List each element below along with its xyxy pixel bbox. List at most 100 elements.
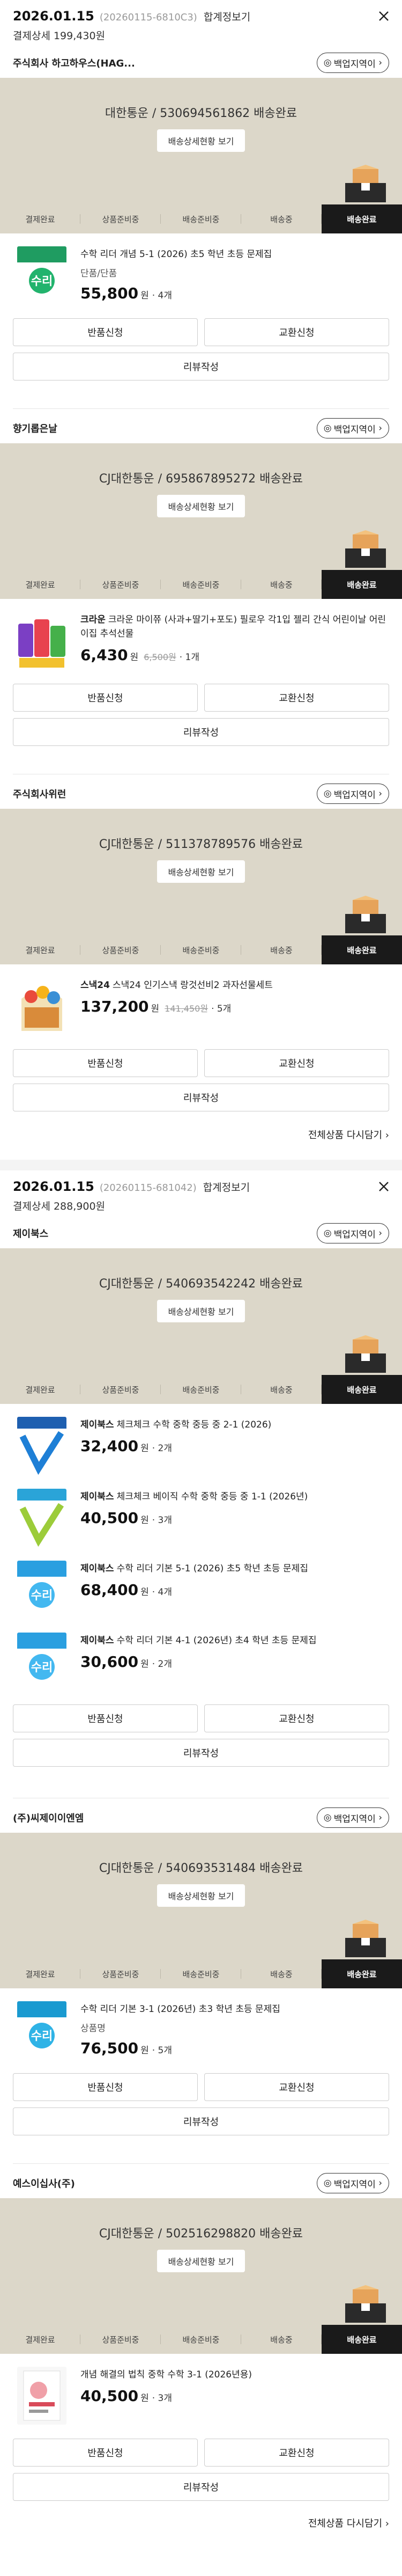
ask-seller-button[interactable]: ◎ 백업지역이 › bbox=[316, 1223, 389, 1243]
exchange-button[interactable]: 교환신청 bbox=[204, 1049, 389, 1077]
exchange-button[interactable]: 교환신청 bbox=[204, 684, 389, 712]
step-paid: 결제완료 bbox=[0, 570, 80, 599]
track-detail-button[interactable]: 배송상세현황 보기 bbox=[157, 495, 245, 517]
ask-seller-button[interactable]: ◎ 백업지역이 › bbox=[316, 784, 389, 804]
review-button[interactable]: 리뷰작성 bbox=[13, 1739, 389, 1767]
review-button[interactable]: 리뷰작성 bbox=[13, 1084, 389, 1111]
product-item[interactable]: 수리 수학 리더 기본 3-1 (2026년) 초3 학년 초등 문제집 상품명… bbox=[0, 1988, 402, 2065]
delivery-steps: 결제완료 상품준비중 배송준비중 배송중 배송완료 bbox=[0, 570, 402, 599]
review-button[interactable]: 리뷰작성 bbox=[13, 718, 389, 746]
product-item[interactable]: 수리 제이북스 수학 리더 기본 5-1 (2026) 초5 학년 초등 문제집 … bbox=[0, 1552, 402, 1624]
product-name[interactable]: 개념 해결의 법칙 중학 수학 3-1 (2026년용) bbox=[80, 2368, 389, 2382]
order-total: 결제상세 288,900원 bbox=[13, 1201, 106, 1212]
return-button[interactable]: 반품신청 bbox=[13, 1704, 198, 1732]
ask-seller-button[interactable]: ◎ 백업지역이 › bbox=[316, 2173, 389, 2193]
shipping-status-box: CJ대한통운 / 540693531484 배송완료 배송상세현황 보기 결제완… bbox=[0, 1833, 402, 1988]
currency-unit: 원 bbox=[140, 1659, 149, 1670]
return-button[interactable]: 반품신청 bbox=[13, 318, 198, 346]
step-ready: 배송준비중 bbox=[161, 1375, 241, 1404]
product-thumbnail[interactable] bbox=[13, 1416, 73, 1476]
product-name[interactable]: 제이북스 수학 리더 기본 4-1 (2026년) 초4 학년 초등 문제집 bbox=[80, 1634, 389, 1648]
product-item[interactable]: 수리 수학 리더 개념 5-1 (2026) 초5 학년 초등 문제집 단품/단… bbox=[0, 233, 402, 310]
product-thumbnail[interactable] bbox=[13, 2366, 73, 2426]
close-icon[interactable] bbox=[375, 8, 392, 25]
svg-text:수리: 수리 bbox=[31, 1589, 53, 1602]
product-item[interactable]: 크라운 크라운 마이쮸 (사과+딸기+포도) 필로우 각1입 젤리 간식 어린이날… bbox=[0, 599, 402, 675]
ask-seller-button[interactable]: ◎ 백업지역이 › bbox=[316, 53, 389, 73]
review-button[interactable]: 리뷰작성 bbox=[13, 353, 389, 380]
product-thumbnail[interactable]: 수리 bbox=[13, 2000, 73, 2060]
close-icon[interactable] bbox=[375, 1178, 392, 1195]
step-preparing: 상품준비중 bbox=[80, 1375, 161, 1404]
product-thumbnail[interactable]: 수리 bbox=[13, 1631, 73, 1692]
step-preparing: 상품준비중 bbox=[80, 204, 161, 233]
seller-group: 향기롭은날 ◎ 백업지역이 › CJ대한통운 / 695867895272 배송완… bbox=[0, 413, 402, 746]
exchange-button[interactable]: 교환신청 bbox=[204, 2073, 389, 2101]
product-price: 55,800 bbox=[80, 284, 139, 302]
product-name[interactable]: 수학 리더 기본 3-1 (2026년) 초3 학년 초등 문제집 bbox=[80, 2002, 389, 2016]
shipping-status-box: CJ대한통운 / 502516298820 배송완료 배송상세현황 보기 결제완… bbox=[0, 2198, 402, 2354]
currency-unit: 원 bbox=[140, 2045, 149, 2056]
product-thumbnail[interactable] bbox=[13, 611, 73, 671]
product-thumbnail[interactable] bbox=[13, 976, 73, 1036]
step-preparing: 상품준비중 bbox=[80, 2325, 161, 2354]
step-preparing: 상품준비중 bbox=[80, 570, 161, 599]
exchange-button[interactable]: 교환신청 bbox=[204, 1704, 389, 1732]
product-quantity: · 3개 bbox=[152, 2393, 172, 2404]
exchange-button[interactable]: 교환신청 bbox=[204, 2439, 389, 2467]
product-name[interactable]: 스낵24 스낵24 인기스낵 랑것선비2 과자선물세트 bbox=[80, 978, 389, 992]
track-detail-button[interactable]: 배송상세현황 보기 bbox=[157, 860, 245, 883]
step-delivered: 배송완료 bbox=[322, 935, 402, 964]
product-item[interactable]: 스낵24 스낵24 인기스낵 랑것선비2 과자선물세트 137,200 원 141… bbox=[0, 964, 402, 1041]
product-thumbnail[interactable]: 수리 bbox=[13, 1560, 73, 1620]
original-price: 141,450원 bbox=[165, 1004, 209, 1014]
reorder-all-link[interactable]: 전체상품 다시담기 › bbox=[0, 2516, 402, 2530]
delivery-steps: 결제완료 상품준비중 배송준비중 배송중 배송완료 bbox=[0, 2325, 402, 2354]
track-detail-button[interactable]: 배송상세현황 보기 bbox=[157, 1884, 245, 1907]
step-delivered: 배송완료 bbox=[322, 1959, 402, 1988]
package-box-icon bbox=[345, 896, 386, 933]
return-button[interactable]: 반품신청 bbox=[13, 684, 198, 712]
ask-seller-button[interactable]: ◎ 백업지역이 › bbox=[316, 418, 389, 438]
track-detail-button[interactable]: 배송상세현황 보기 bbox=[157, 2250, 245, 2272]
step-ready: 배송준비중 bbox=[161, 2325, 241, 2354]
product-name[interactable]: 크라운 크라운 마이쮸 (사과+딸기+포도) 필로우 각1입 젤리 간식 어린이날… bbox=[80, 613, 389, 641]
shipping-info: CJ대한통운 / 502516298820 배송완료 bbox=[99, 2227, 303, 2241]
step-shipping: 배송중 bbox=[241, 204, 322, 233]
seller-group: 예스이십사(주) ◎ 백업지역이 › CJ대한통운 / 502516298820 … bbox=[0, 2168, 402, 2501]
shipping-status-box: CJ대한통운 / 695867895272 배송완료 배송상세현황 보기 결제완… bbox=[0, 443, 402, 599]
product-item[interactable]: 제이북스 체크체크 수학 중학 중등 중 2-1 (2026) 32,400 원 … bbox=[0, 1404, 402, 1480]
product-item[interactable]: 수리 제이북스 수학 리더 기본 4-1 (2026년) 초4 학년 초등 문제집… bbox=[0, 1624, 402, 1696]
product-quantity: · 2개 bbox=[152, 1443, 172, 1454]
product-option: 단품/단품 bbox=[80, 268, 117, 279]
product-name[interactable]: 수학 리더 개념 5-1 (2026) 초5 학년 초등 문제집 bbox=[80, 247, 389, 261]
product-item[interactable]: 제이북스 체크체크 베이직 수학 중학 중등 중 1-1 (2026년) 40,5… bbox=[0, 1480, 402, 1552]
ask-seller-button[interactable]: ◎ 백업지역이 › bbox=[316, 1807, 389, 1828]
review-button[interactable]: 리뷰작성 bbox=[13, 2107, 389, 2135]
product-thumbnail[interactable] bbox=[13, 1488, 73, 1548]
currency-unit: 원 bbox=[140, 1587, 149, 1598]
order-detail-link[interactable]: 합계정보기 bbox=[203, 1180, 250, 1194]
product-price: 32,400 bbox=[80, 1437, 139, 1455]
return-button[interactable]: 반품신청 bbox=[13, 2073, 198, 2101]
shipping-info: CJ대한통운 / 695867895272 배송완료 bbox=[99, 472, 303, 486]
product-name[interactable]: 제이북스 수학 리더 기본 5-1 (2026) 초5 학년 초등 문제집 bbox=[80, 1562, 389, 1576]
shipping-status-box: CJ대한통운 / 511378789576 배송완료 배송상세현황 보기 결제완… bbox=[0, 809, 402, 964]
step-preparing: 상품준비중 bbox=[80, 1959, 161, 1988]
order-detail-link[interactable]: 합계정보기 bbox=[204, 9, 250, 24]
product-name[interactable]: 제이북스 체크체크 수학 중학 중등 중 2-1 (2026) bbox=[80, 1418, 389, 1432]
product-name[interactable]: 제이북스 체크체크 베이직 수학 중학 중등 중 1-1 (2026년) bbox=[80, 1490, 389, 1504]
step-paid: 결제완료 bbox=[0, 935, 80, 964]
return-button[interactable]: 반품신청 bbox=[13, 2439, 198, 2467]
reorder-all-link[interactable]: 전체상품 다시담기 › bbox=[0, 1128, 402, 1141]
return-button[interactable]: 반품신청 bbox=[13, 1049, 198, 1077]
pin-icon: ◎ bbox=[323, 788, 332, 799]
track-detail-button[interactable]: 배송상세현황 보기 bbox=[157, 129, 245, 152]
product-item[interactable]: 개념 해결의 법칙 중학 수학 3-1 (2026년용) 40,500 원 · … bbox=[0, 2354, 402, 2430]
seller-name: 주식회사위런 bbox=[13, 789, 66, 800]
exchange-button[interactable]: 교환신청 bbox=[204, 318, 389, 346]
product-thumbnail[interactable]: 수리 bbox=[13, 245, 73, 305]
shipping-info: CJ대한통운 / 540693542242 배송완료 bbox=[99, 1277, 303, 1291]
review-button[interactable]: 리뷰작성 bbox=[13, 2473, 389, 2501]
track-detail-button[interactable]: 배송상세현황 보기 bbox=[157, 1300, 245, 1322]
